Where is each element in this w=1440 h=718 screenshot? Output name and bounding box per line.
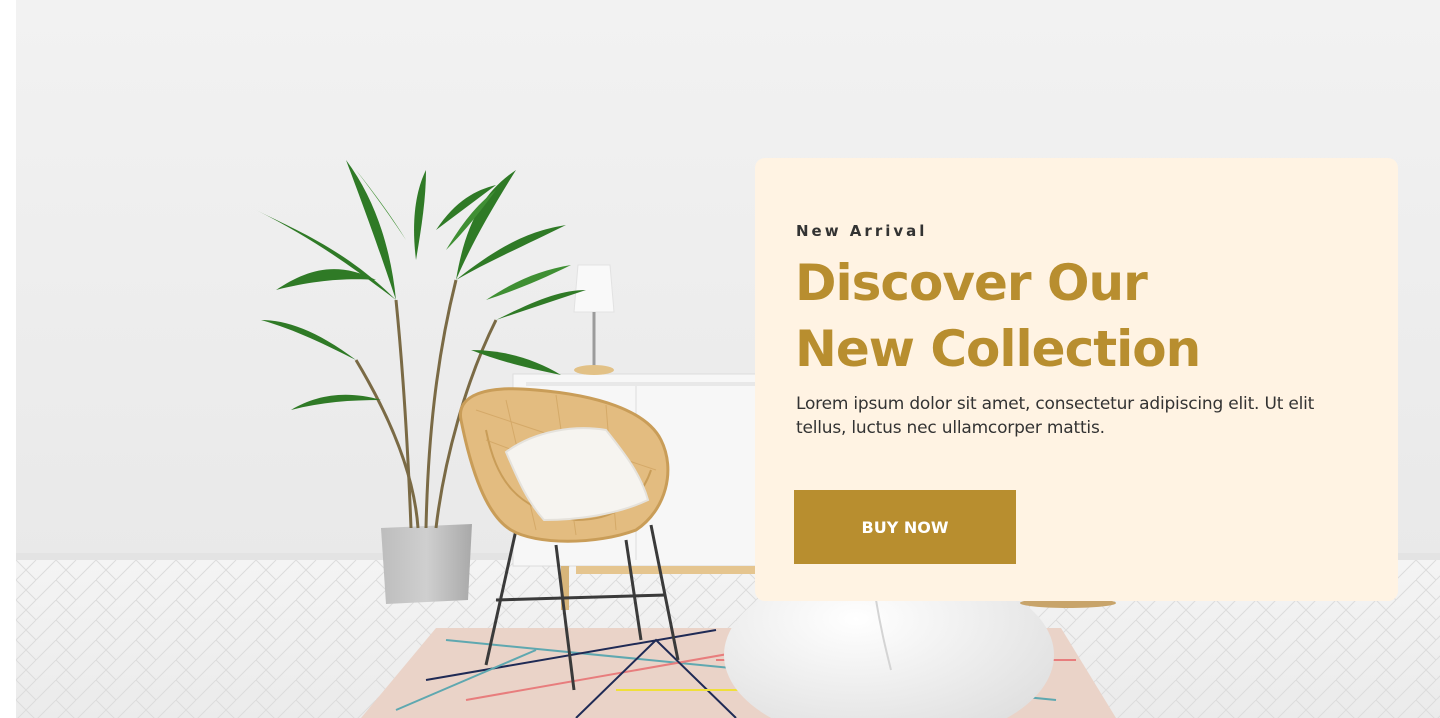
headline-line-2: New Collection: [795, 320, 1201, 378]
headline-line-1: Discover Our: [795, 254, 1148, 312]
description-text: Lorem ipsum dolor sit amet, consectetur …: [796, 394, 1315, 438]
hero-section: New Arrival Discover Our New Collection …: [16, 0, 1440, 718]
promo-card: New Arrival Discover Our New Collection …: [755, 158, 1398, 601]
buy-now-button[interactable]: BUY NOW: [794, 490, 1016, 564]
eyebrow-text: New Arrival: [796, 222, 928, 240]
headline: Discover Our New Collection: [795, 250, 1315, 382]
